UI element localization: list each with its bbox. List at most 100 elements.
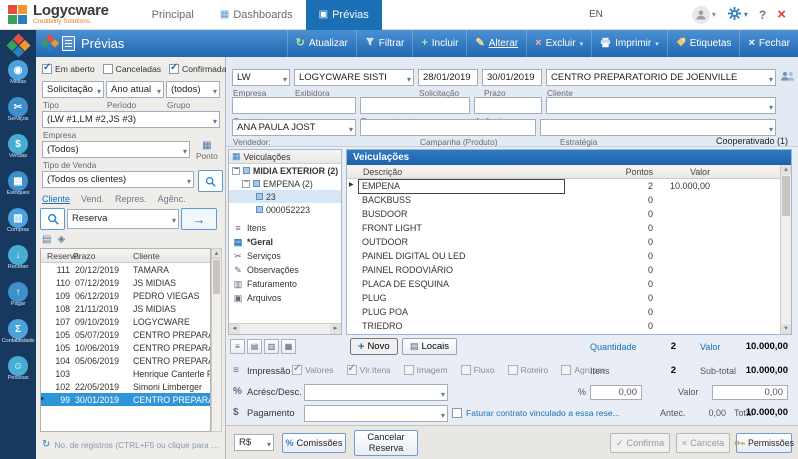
sidebar-item[interactable]: Σ Contabilidade (0, 319, 36, 356)
locais-button[interactable]: ▤ Locais (402, 338, 457, 355)
veiculacao-pontos[interactable]: 0 (564, 293, 658, 303)
entity-tab[interactable]: Vend. (81, 194, 104, 204)
veiculacao-descricao[interactable]: PLUG (359, 292, 564, 305)
reserva-row[interactable]: 110 07/12/2019 JS MIDIAS (41, 276, 210, 289)
cancelar-reserva-button[interactable]: Cancelar Reserva (354, 430, 418, 456)
veiculacao-row[interactable]: OUTDOOR 0 (347, 235, 791, 249)
reservas-header[interactable]: Reserva Prazo Cliente (41, 249, 210, 263)
exibidora-select[interactable]: LOGYCWARE SISTI (294, 69, 414, 86)
language-selector[interactable]: EN (589, 9, 603, 20)
close-app-button[interactable]: × (777, 7, 786, 22)
reserva-row[interactable]: 108 21/11/2019 JS MIDIAS (41, 302, 210, 315)
veiculacao-descricao[interactable]: EMPENA (359, 180, 564, 193)
sidebar-item[interactable]: ▥ Compras (0, 208, 36, 245)
empresa-select[interactable]: LW (232, 69, 290, 86)
grid2-icon[interactable]: ▥ (264, 339, 279, 354)
sidebar-item[interactable]: ◉ Mídias (0, 60, 36, 97)
veiculacao-pontos[interactable]: 0 (564, 251, 658, 261)
reserva-row[interactable]: 105 10/06/2019 CENTRO PREPARAT (41, 341, 210, 354)
status-filter-checkbox[interactable]: Em aberto (42, 64, 95, 74)
record-count-note[interactable]: ↻ No. de registros (CTRL+F5 ou clique pa… (42, 439, 222, 450)
tree-node-000052223[interactable]: 000052223 (229, 203, 341, 216)
grid3-icon[interactable]: ▦ (281, 339, 296, 354)
reservas-scrollbar[interactable]: ▲ (211, 248, 222, 432)
reserva-row[interactable]: 103 Henrique Canterle F (41, 367, 210, 380)
sidebar-item[interactable]: ✂ Serviços (0, 97, 36, 134)
tree-node-empena[interactable]: EMPENA (2) (229, 177, 341, 190)
veiculacao-descricao[interactable]: BUSDOOR (359, 208, 564, 221)
scroll-thumb[interactable] (213, 260, 220, 294)
veiculacao-descricao[interactable]: BACKBUSS (359, 194, 564, 207)
tree-section[interactable]: ▣ Arquivos (229, 291, 341, 305)
client-search-button[interactable] (198, 170, 223, 192)
delete-button[interactable]: × Excluir ▾ (526, 30, 591, 57)
sidebar-item[interactable]: ▦ Estoques (0, 171, 36, 208)
veiculacao-pontos[interactable]: 0 (564, 265, 658, 275)
veiculacao-row[interactable]: PLUG POA 0 (347, 305, 791, 319)
currency-select[interactable]: R$ (234, 434, 274, 451)
contato-field[interactable] (232, 97, 356, 114)
valor-field[interactable]: 0,00 (712, 385, 788, 400)
copy-icon[interactable]: ▤ (42, 234, 51, 245)
cliente-secondary-select[interactable] (546, 97, 776, 114)
estrategia-select[interactable] (540, 119, 776, 136)
scroll-down-icon[interactable]: ▼ (781, 324, 791, 334)
go-button[interactable]: → (181, 208, 217, 230)
nav-previas[interactable]: ▣ Prévias (306, 0, 382, 30)
collapse-icon[interactable] (232, 167, 240, 175)
tree-section[interactable]: ≡ Itens (229, 221, 341, 235)
cliente-select[interactable]: CENTRO PREPARATORIO DE JOENVILLE (546, 69, 776, 86)
veiculacao-descricao[interactable]: FRONT LIGHT (359, 222, 564, 235)
veiculacao-row[interactable]: PAINEL DIGITAL OU LED 0 (347, 249, 791, 263)
veiculacao-descricao[interactable]: PAINEL RODOVIÁRIO (359, 264, 564, 277)
novo-button[interactable]: + Novo (350, 338, 398, 355)
labels-button[interactable]: Etiquetas (667, 30, 740, 57)
status-filter-checkbox[interactable]: Confirmadas (169, 64, 231, 74)
col-reserva[interactable]: Reserva (47, 251, 73, 261)
grupo-select[interactable]: (todos) (166, 81, 220, 98)
sidebar-item[interactable]: ↓ Receber (0, 245, 36, 282)
user-menu[interactable]: ▾ (692, 6, 716, 24)
collapse-icon[interactable] (242, 180, 250, 188)
entity-tab[interactable]: Cliente (42, 194, 70, 204)
veiculacao-pontos[interactable]: 0 (564, 223, 658, 233)
faturar-checkbox[interactable] (452, 408, 462, 418)
veiculacao-row[interactable]: PLACA DE ESQUINA 0 (347, 277, 791, 291)
search-type-select[interactable]: Reserva (67, 209, 179, 229)
veiculacao-descricao[interactable]: OUTDOOR (359, 236, 564, 249)
close-page-button[interactable]: × Fechar (739, 30, 798, 57)
settings-menu[interactable]: ▾ (727, 6, 748, 24)
periodo-select[interactable]: Ano atual (106, 81, 164, 98)
ponto-control[interactable]: ▦ Ponto (196, 141, 218, 162)
print-option-checkbox[interactable]: Vlr.Itens (347, 365, 391, 375)
nav-dashboards[interactable]: ▦ Dashboards (207, 0, 306, 30)
refresh-button[interactable]: ↻ Atualizar (287, 30, 356, 57)
veiculacao-descricao[interactable]: PLACA DE ESQUINA (359, 278, 564, 291)
reserva-row[interactable]: 104 05/06/2019 CENTRO PREPARAT (41, 354, 210, 367)
veiculacao-row[interactable]: TRIEDRO 0 (347, 319, 791, 333)
scroll-left-icon[interactable]: ◂ (229, 324, 240, 334)
status-filter-checkbox[interactable]: Canceladas (103, 64, 161, 74)
solicitacao-date-field[interactable]: 28/01/2019 (418, 69, 478, 86)
veiculacao-row[interactable]: BUSDOOR 0 (347, 207, 791, 221)
tree-section[interactable]: ✎ Observações (229, 263, 341, 277)
veiculacao-row[interactable]: PLUG 0 (347, 291, 791, 305)
scroll-right-icon[interactable]: ▸ (330, 324, 341, 334)
col-pontos[interactable]: Pontos (564, 167, 658, 177)
tipo-select[interactable]: Solicitação (42, 81, 104, 98)
reserva-row[interactable]: 99 30/01/2019 CENTRO PREPARAT (41, 393, 210, 406)
sidebar-item[interactable]: $ Vendas (0, 134, 36, 171)
reserva-row[interactable]: 111 20/12/2019 TAMARA (41, 263, 210, 276)
print-button[interactable]: Imprimir ▾ (591, 30, 667, 57)
veiculacao-pontos[interactable]: 0 (564, 195, 658, 205)
acresc-select[interactable] (304, 384, 448, 401)
veiculacao-descricao[interactable]: PAINEL DIGITAL OU LED (359, 250, 564, 263)
sidebar-item[interactable]: ↑ Pagar (0, 282, 36, 319)
prazo-date-field[interactable]: 30/01/2019 (482, 69, 542, 86)
tree-header[interactable]: ▦ Veiculações (229, 150, 341, 164)
veiculacao-pontos[interactable]: 2 (564, 181, 658, 191)
help-button[interactable]: ? (759, 8, 766, 22)
col-cliente[interactable]: Cliente (131, 251, 210, 261)
reserva-row[interactable]: 107 09/10/2019 LOGYCWARE (41, 315, 210, 328)
reserva-row[interactable]: 102 22/05/2019 Simoni Limberger (41, 380, 210, 393)
